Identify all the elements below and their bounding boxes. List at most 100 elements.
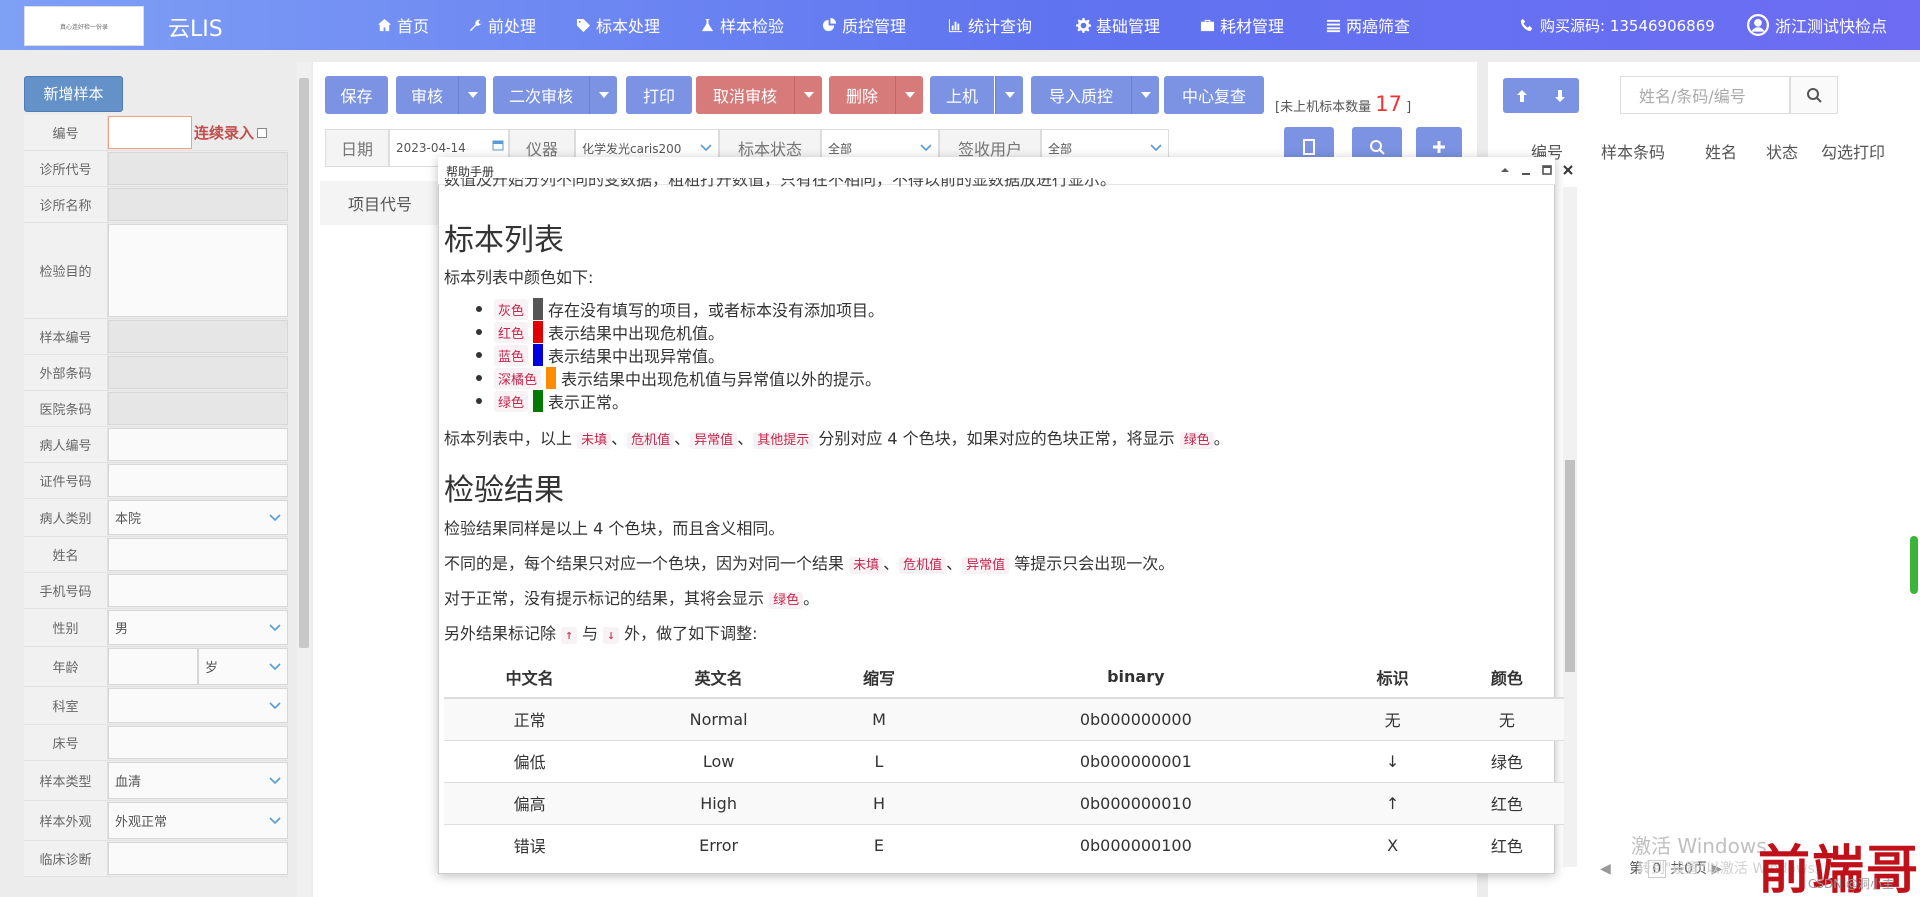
date-label: 日期 bbox=[325, 129, 389, 167]
list-intro: 标本列表中颜色如下: bbox=[444, 268, 594, 287]
heading-test-result: 检验结果 bbox=[444, 473, 564, 508]
name-input[interactable] bbox=[108, 538, 288, 571]
nav-specimen[interactable]: 标本处理 bbox=[576, 0, 660, 50]
table-row: 偏高 High H 0b000000010 ↑ 红色 bbox=[444, 781, 1564, 824]
maximize-icon[interactable] bbox=[1540, 163, 1554, 177]
field-clinic-name: 诊所名称 bbox=[24, 187, 288, 223]
continuous-entry-checkbox[interactable] bbox=[257, 127, 268, 138]
heading-sample-list: 标本列表 bbox=[444, 223, 564, 258]
col-barcode[interactable]: 样本条码 bbox=[1601, 139, 1665, 163]
add-sample-button[interactable]: 新增样本 bbox=[24, 76, 123, 112]
id-input[interactable] bbox=[108, 116, 192, 149]
field-diagnosis: 临床诊断 bbox=[24, 841, 288, 877]
import-qc-dropdown[interactable] bbox=[1131, 76, 1159, 114]
app-title: 云LIS bbox=[168, 17, 223, 42]
table-header-row: 中文名 英文名 缩写 binary 标识 颜色 bbox=[444, 656, 1564, 699]
minimize-icon[interactable] bbox=[1519, 163, 1533, 177]
logo[interactable]: 真心连好检一份录 bbox=[24, 6, 144, 46]
clinic-name-input[interactable] bbox=[108, 188, 288, 221]
nav-basic[interactable]: 基础管理 bbox=[1076, 0, 1160, 50]
load-dropdown[interactable] bbox=[995, 76, 1023, 114]
sample-appearance-select[interactable]: 外观正常 bbox=[108, 802, 288, 839]
load-button[interactable]: 上机 bbox=[930, 76, 994, 114]
green-swatch bbox=[533, 390, 544, 412]
user-menu[interactable]: 浙江测试快检点 bbox=[1747, 0, 1887, 50]
patient-no-input[interactable] bbox=[108, 428, 288, 461]
briefcase-icon bbox=[1200, 19, 1215, 31]
print-button[interactable]: 打印 bbox=[626, 76, 692, 114]
search-icon bbox=[1807, 88, 1822, 103]
item-code-column-header[interactable]: 项目代号 bbox=[320, 181, 440, 225]
gear-icon bbox=[1076, 17, 1091, 33]
hospital-barcode-input[interactable] bbox=[108, 392, 288, 425]
chevron-down-icon bbox=[269, 662, 281, 670]
nav-stats[interactable]: 统计查询 bbox=[948, 0, 1032, 50]
nav-preprocess[interactable]: 前处理 bbox=[468, 0, 536, 50]
nav-qc[interactable]: 质控管理 bbox=[822, 0, 906, 50]
age-input[interactable] bbox=[108, 648, 198, 685]
sample-search-input[interactable]: 姓名/条码/编号 bbox=[1620, 76, 1790, 114]
sample-type-select[interactable]: 血清 bbox=[108, 762, 288, 799]
col-name[interactable]: 姓名 bbox=[1705, 139, 1737, 163]
th-binary: binary bbox=[936, 656, 1336, 699]
gray-swatch bbox=[533, 298, 544, 320]
cancel-review-dropdown[interactable] bbox=[794, 76, 822, 114]
field-department: 科室 bbox=[24, 687, 288, 725]
field-patient-type: 病人类别 本院 bbox=[24, 499, 288, 537]
chevron-down-icon bbox=[269, 513, 281, 521]
red-swatch bbox=[533, 321, 544, 343]
result-p1: 检验结果同样是以上 4 个色块，而且含义相同。 bbox=[444, 519, 785, 538]
center-recheck-button[interactable]: 中心复查 bbox=[1164, 76, 1264, 114]
diagnosis-input[interactable] bbox=[108, 842, 288, 875]
prev-page-icon[interactable]: ◀ bbox=[1600, 861, 1611, 877]
field-age: 年龄岁 bbox=[24, 647, 288, 687]
nav-test[interactable]: 样本检验 bbox=[700, 0, 784, 50]
review-button[interactable]: 审核 bbox=[396, 76, 458, 114]
second-review-button[interactable]: 二次审核 bbox=[493, 76, 589, 114]
field-hospital-barcode: 医院条码 bbox=[24, 391, 288, 427]
nav-screening[interactable]: 两癌筛查 bbox=[1326, 0, 1410, 50]
color-item-gray: 灰色 存在没有填写的项目，或者标本没有添加项目。 bbox=[476, 297, 884, 321]
edge-handle[interactable] bbox=[1910, 536, 1918, 594]
caret-down-icon bbox=[904, 92, 915, 98]
delete-dropdown[interactable] bbox=[895, 76, 923, 114]
move-up-button[interactable] bbox=[1503, 78, 1541, 113]
import-qc-button[interactable]: 导入质控 bbox=[1031, 76, 1131, 114]
left-scrollbar-thumb[interactable] bbox=[299, 78, 309, 648]
help-scrollbar-thumb[interactable] bbox=[1565, 460, 1575, 672]
windows-activation-title: 激活 Windows bbox=[1631, 834, 1767, 858]
external-barcode-input[interactable] bbox=[108, 356, 288, 389]
field-test-purpose: 检验目的 bbox=[24, 223, 288, 319]
collapse-icon[interactable] bbox=[1498, 163, 1512, 177]
age-unit-select[interactable]: 岁 bbox=[198, 648, 288, 685]
phone-icon bbox=[1520, 18, 1533, 32]
gender-select[interactable]: 男 bbox=[108, 610, 288, 645]
field-external-barcode: 外部条码 bbox=[24, 355, 288, 391]
col-status[interactable]: 状态 bbox=[1766, 139, 1798, 163]
nav-consumables[interactable]: 耗材管理 bbox=[1200, 0, 1284, 50]
result-p4: 另外结果标记除 ↑ 与 ↓ 外，做了如下调整: bbox=[444, 624, 758, 644]
test-purpose-textarea[interactable] bbox=[108, 224, 288, 317]
second-review-dropdown[interactable] bbox=[589, 76, 617, 114]
document-icon bbox=[1303, 139, 1315, 155]
move-down-button[interactable] bbox=[1541, 78, 1579, 113]
review-dropdown[interactable] bbox=[458, 76, 486, 114]
chevron-down-icon bbox=[269, 623, 281, 631]
close-icon[interactable] bbox=[1561, 163, 1575, 177]
nav-home[interactable]: 首页 bbox=[377, 0, 429, 50]
delete-button[interactable]: 删除 bbox=[829, 76, 895, 114]
sample-search-button[interactable] bbox=[1790, 76, 1838, 114]
search-icon bbox=[1370, 140, 1385, 155]
col-print-select[interactable]: 勾选打印 bbox=[1821, 139, 1885, 163]
save-button[interactable]: 保存 bbox=[325, 76, 388, 114]
cancel-review-button[interactable]: 取消审核 bbox=[696, 76, 794, 114]
sample-no-input[interactable] bbox=[108, 320, 288, 353]
patient-type-select[interactable]: 本院 bbox=[108, 500, 288, 535]
id-number-input[interactable] bbox=[108, 464, 288, 497]
chevron-down-icon bbox=[920, 144, 932, 152]
department-select[interactable] bbox=[108, 688, 288, 723]
bed-input[interactable] bbox=[108, 726, 288, 759]
clinic-code-input[interactable] bbox=[108, 152, 288, 185]
continuous-entry[interactable]: 连续录入 bbox=[192, 115, 268, 150]
phone-input[interactable] bbox=[108, 574, 288, 607]
